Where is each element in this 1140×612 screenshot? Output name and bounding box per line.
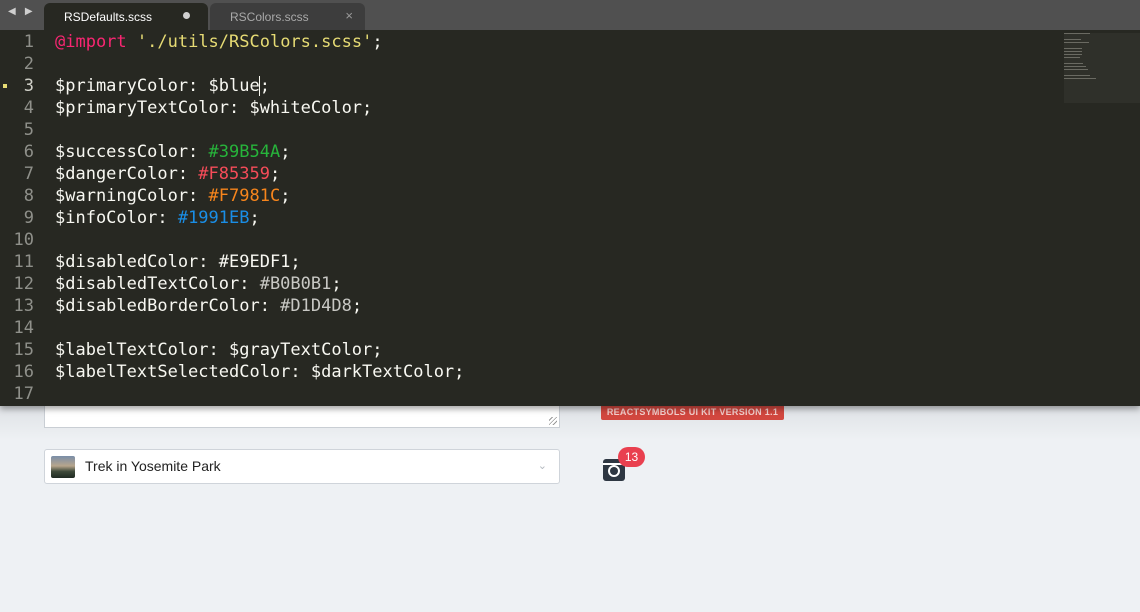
- code-token: @import: [55, 32, 127, 52]
- trek-select[interactable]: Trek in Yosemite Park ⌄: [44, 449, 560, 484]
- code-token: './utils/RSColors.scss': [136, 32, 373, 52]
- minimap-line: [1064, 57, 1080, 58]
- code-token: $successColor:: [55, 142, 209, 162]
- code-token: #E9EDF1: [218, 252, 291, 272]
- code-token: ;: [280, 142, 291, 162]
- code-token: #F7981C: [208, 186, 281, 206]
- line-number: 5: [23, 120, 34, 140]
- code-line[interactable]: $disabledColor: #E9EDF1;: [55, 251, 464, 273]
- code-token: ;: [259, 76, 270, 96]
- code-token: ;: [331, 274, 342, 294]
- code-line[interactable]: $disabledBorderColor: #D1D4D8;: [55, 295, 464, 317]
- minimap[interactable]: [1064, 33, 1136, 103]
- code-line[interactable]: $labelTextSelectedColor: $darkTextColor;: [55, 361, 464, 383]
- line-number: 16: [13, 362, 34, 382]
- line-number: 17: [13, 384, 34, 404]
- minimap-line: [1064, 54, 1083, 55]
- line-number: 6: [23, 142, 34, 162]
- code-token: ;: [372, 32, 383, 52]
- minimap-line: [1064, 75, 1090, 76]
- minimap-line: [1064, 63, 1084, 64]
- code-token: $primaryTextColor: $whiteColor;: [55, 98, 373, 118]
- code-token: $disabledColor:: [55, 252, 219, 272]
- tab-label: RSDefaults.scss: [64, 10, 153, 24]
- code-token: ;: [269, 164, 281, 184]
- code-token: $dangerColor:: [55, 164, 199, 184]
- line-number: 15: [13, 340, 34, 360]
- chevron-down-icon[interactable]: ⌄: [538, 459, 547, 472]
- line-number: 3: [23, 76, 34, 96]
- line-number: 9: [23, 208, 34, 228]
- code-token: $labelTextColor: $grayTextColor;: [55, 340, 383, 360]
- code-line[interactable]: [55, 119, 464, 141]
- line-number: 11: [13, 252, 34, 272]
- code-line[interactable]: $primaryColor: $blue;: [55, 75, 464, 97]
- tab-rscolors[interactable]: RSColors.scss ×: [210, 3, 365, 30]
- code-line[interactable]: [55, 229, 464, 251]
- code-line[interactable]: $warningColor: #F7981C;: [55, 185, 464, 207]
- code-token: #1991EB: [177, 208, 250, 228]
- line-number-gutter: 1 2 3 4 5 6 7 8 9 10 11 12 13 14 15 16 17: [0, 31, 46, 405]
- resize-grip-icon[interactable]: [549, 417, 557, 425]
- code-token: #F85359: [198, 164, 270, 184]
- code-line[interactable]: $primaryTextColor: $whiteColor;: [55, 97, 464, 119]
- minimap-line: [1064, 78, 1096, 79]
- code-token: $disabledTextColor:: [55, 274, 260, 294]
- tab-bar: ◀ ▶ RSDefaults.scss RSColors.scss ×: [0, 0, 1140, 30]
- code-line[interactable]: [55, 317, 464, 339]
- line-number: 13: [13, 296, 34, 316]
- code-token: #B0B0B1: [259, 274, 332, 294]
- select-label: Trek in Yosemite Park: [85, 458, 221, 474]
- notification-badge: 13: [618, 447, 645, 467]
- code-token: ;: [351, 296, 363, 316]
- code-line[interactable]: [55, 383, 464, 405]
- line-number: 10: [13, 230, 34, 250]
- line-number: 4: [23, 98, 34, 118]
- version-badge: REACTSYMBOLS UI KIT VERSION 1.1: [601, 404, 784, 420]
- code-token: ;: [249, 208, 260, 228]
- code-token: $primaryColor: $blue: [55, 76, 260, 96]
- code-line[interactable]: [55, 53, 464, 75]
- code-editor[interactable]: ◀ ▶ RSDefaults.scss RSColors.scss × 1234…: [0, 0, 1140, 406]
- nav-arrows-icon[interactable]: ◀ ▶: [8, 6, 36, 17]
- code-token: $warningColor:: [55, 186, 209, 206]
- code-token: #39B54A: [208, 142, 281, 162]
- minimap-line: [1064, 33, 1090, 34]
- line-number: 7: [23, 164, 34, 184]
- line-number: 2: [23, 54, 34, 74]
- minimap-line: [1064, 51, 1082, 52]
- line-number: 14: [13, 318, 34, 338]
- close-icon[interactable]: ×: [345, 8, 353, 23]
- code-token: $labelTextSelectedColor: $darkTextColor;: [55, 362, 465, 382]
- code-line[interactable]: $successColor: #39B54A;: [55, 141, 464, 163]
- code-line[interactable]: $labelTextColor: $grayTextColor;: [55, 339, 464, 361]
- code-line[interactable]: $disabledTextColor: #B0B0B1;: [55, 273, 464, 295]
- line-number: 12: [13, 274, 34, 294]
- line-number: 8: [23, 186, 34, 206]
- code-area[interactable]: @import './utils/RSColors.scss'; $primar…: [55, 31, 464, 405]
- landscape-thumbnail: [51, 456, 75, 478]
- minimap-line: [1064, 48, 1083, 49]
- code-line[interactable]: @import './utils/RSColors.scss';: [55, 31, 464, 53]
- minimap-line: [1064, 69, 1088, 70]
- code-token: #D1D4D8: [280, 296, 352, 316]
- minimap-line: [1064, 42, 1089, 43]
- code-line[interactable]: $infoColor: #1991EB;: [55, 207, 464, 229]
- code-line[interactable]: $dangerColor: #F85359;: [55, 163, 464, 185]
- minimap-line: [1064, 39, 1081, 40]
- code-token: ;: [280, 186, 291, 206]
- modified-dot-icon[interactable]: [183, 12, 190, 19]
- code-token: ;: [290, 252, 301, 272]
- tab-rsdefaults[interactable]: RSDefaults.scss: [44, 3, 208, 30]
- code-token: $disabledBorderColor:: [55, 296, 281, 316]
- code-token: $infoColor:: [55, 208, 178, 228]
- line-number: 1: [23, 32, 34, 52]
- tab-label: RSColors.scss: [230, 10, 309, 24]
- minimap-line: [1064, 66, 1087, 67]
